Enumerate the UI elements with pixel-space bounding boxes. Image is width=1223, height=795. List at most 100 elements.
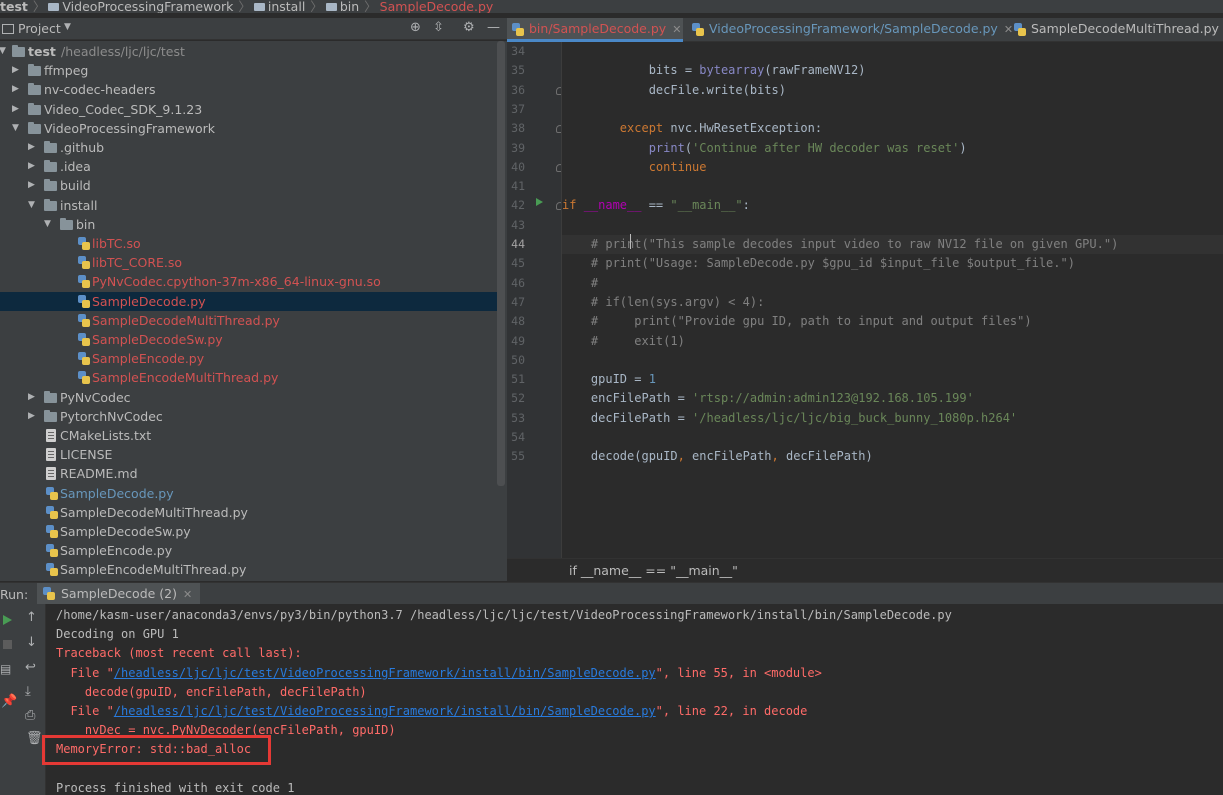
- python-file-icon: [78, 314, 90, 327]
- tree-item[interactable]: ▼ VideoProcessingFramework: [0, 119, 497, 138]
- scroll-up-icon[interactable]: ↑: [26, 610, 37, 625]
- tree-item[interactable]: SampleDecodeSw.py: [0, 522, 497, 541]
- chevron-down-icon[interactable]: ▼: [44, 215, 51, 234]
- hide-panel-icon[interactable]: —: [487, 20, 500, 35]
- print-icon[interactable]: ⎙: [25, 708, 35, 723]
- tree-item[interactable]: SampleEncode.py: [0, 349, 497, 368]
- tree-item[interactable]: README.md: [0, 464, 497, 483]
- tree-item[interactable]: ▶ build: [0, 176, 497, 195]
- chevron-right-icon[interactable]: ▶: [28, 138, 35, 157]
- code-token: #: [562, 276, 599, 290]
- run-icon[interactable]: [3, 615, 12, 625]
- chevron-right-icon[interactable]: ▶: [28, 407, 35, 426]
- close-icon[interactable]: ✕: [672, 23, 681, 36]
- tab-label: bin/SampleDecode.py: [529, 21, 667, 36]
- tree-item-label: .idea: [60, 159, 91, 174]
- code-token: # print("Provide gpu ID, path to input a…: [562, 314, 1032, 328]
- stop-icon[interactable]: [3, 640, 12, 649]
- code-editor[interactable]: bits = bytearray(rawFrameNV12) decFile.w…: [562, 42, 1223, 558]
- scroll-down-icon[interactable]: ↓: [26, 635, 37, 650]
- breadcrumb-item-bin[interactable]: bin: [340, 0, 359, 13]
- pin-icon[interactable]: 📌: [1, 694, 17, 709]
- tree-item-label: PytorchNvCodec: [60, 409, 163, 424]
- trash-icon[interactable]: 🗑: [26, 731, 43, 746]
- python-file-icon: [78, 295, 90, 308]
- tree-item[interactable]: ▶ ffmpeg: [0, 61, 497, 80]
- tree-item[interactable]: ▶ PytorchNvCodec: [0, 407, 497, 426]
- tree-item[interactable]: libTC.so: [0, 234, 497, 253]
- chevron-down-icon[interactable]: ▼: [28, 196, 35, 215]
- run-tab[interactable]: SampleDecode (2) ✕: [37, 583, 201, 605]
- tree-item[interactable]: ▼ install: [0, 196, 497, 215]
- tree-item[interactable]: ▶ PyNvCodec: [0, 388, 497, 407]
- run-console[interactable]: /home/kasm-user/anaconda3/envs/py3/bin/p…: [46, 604, 1223, 795]
- tree-item[interactable]: SampleDecodeSw.py: [0, 330, 497, 349]
- tree-item[interactable]: LICENSE: [0, 445, 497, 464]
- breadcrumb-item-file[interactable]: SampleDecode.py: [380, 0, 494, 13]
- code-line: bits = bytearray(rawFrameNV12): [562, 61, 1223, 80]
- breadcrumb-item-install[interactable]: install: [268, 0, 305, 13]
- tree-item[interactable]: ▶ nv-codec-headers: [0, 80, 497, 99]
- tree-item[interactable]: SampleEncodeMultiThread.py: [0, 560, 497, 579]
- run-toolbar-primary: ▤ 📌: [0, 604, 18, 795]
- breadcrumb-item-test[interactable]: test: [0, 0, 28, 13]
- tree-item[interactable]: libTC_CORE.so: [0, 253, 497, 272]
- chevron-right-icon[interactable]: ▶: [12, 100, 19, 119]
- soft-wrap-icon[interactable]: ↩: [25, 660, 36, 675]
- chevron-down-icon[interactable]: ▼: [12, 119, 19, 138]
- code-token: decFilePath): [785, 449, 873, 463]
- tree-item[interactable]: ▶ Video_Codec_SDK_9.1.23: [0, 100, 497, 119]
- collapse-all-icon[interactable]: ⇳: [433, 20, 444, 35]
- tree-item[interactable]: SampleDecodeMultiThread.py: [0, 503, 497, 522]
- tab-sampledecodemultithread[interactable]: SampleDecodeMultiThread.py✕: [1009, 18, 1223, 42]
- console-file-link[interactable]: /headless/ljc/ljc/test/VideoProcessingFr…: [114, 704, 656, 718]
- tree-item[interactable]: SampleEncode.py: [0, 541, 497, 560]
- tree-item[interactable]: SampleDecode.py: [0, 292, 497, 311]
- scroll-to-end-icon[interactable]: ⤓: [25, 684, 31, 699]
- chevron-down-icon[interactable]: ▼: [0, 42, 6, 61]
- line-number: 51: [511, 372, 525, 386]
- breadcrumb-item-framework[interactable]: VideoProcessingFramework: [62, 0, 233, 13]
- run-gutter-icon[interactable]: [536, 198, 543, 206]
- editor-breadcrumb[interactable]: if __name__ == "__main__": [569, 563, 738, 578]
- tree-item-label: PyNvCodec: [60, 390, 131, 405]
- breadcrumb-separator: 〉: [310, 0, 323, 13]
- tree-item[interactable]: CMakeLists.txt: [0, 426, 497, 445]
- chevron-right-icon[interactable]: ▶: [28, 388, 35, 407]
- code-line: print('Continue after HW decoder was res…: [562, 139, 1223, 158]
- line-number: 36: [511, 83, 525, 97]
- tab-framework-sampledecode[interactable]: VideoProcessingFramework/SampleDecode.py…: [687, 18, 1013, 42]
- chevron-right-icon[interactable]: ▶: [12, 80, 19, 99]
- locate-icon[interactable]: ⊕: [410, 20, 421, 35]
- chevron-right-icon[interactable]: ▶: [28, 157, 35, 176]
- tree-item[interactable]: SampleDecodeMultiThread.py: [0, 311, 497, 330]
- tree-root[interactable]: ▼ test /headless/ljc/ljc/test: [0, 42, 497, 61]
- project-panel-title[interactable]: Project: [18, 21, 61, 36]
- tree-item[interactable]: PyNvCodec.cpython-37m-x86_64-linux-gnu.s…: [0, 272, 497, 291]
- chevron-right-icon[interactable]: ▶: [28, 176, 35, 195]
- tree-item-label: .github: [60, 140, 105, 155]
- tab-bin-sampledecode[interactable]: bin/SampleDecode.py ✕: [507, 18, 683, 42]
- console-error-line: File "/headless/ljc/ljc/test/VideoProces…: [56, 664, 821, 683]
- folder-icon: [28, 122, 41, 134]
- code-token: ,: [771, 449, 786, 463]
- code-token: print: [562, 141, 685, 155]
- code-line: #: [562, 274, 1223, 293]
- tree-item[interactable]: ▶ .github: [0, 138, 497, 157]
- console-file-link[interactable]: /headless/ljc/ljc/test/VideoProcessingFr…: [114, 666, 656, 680]
- close-icon[interactable]: ✕: [183, 588, 192, 601]
- settings-icon[interactable]: ⚙: [463, 20, 475, 35]
- library-file-icon: [78, 275, 90, 288]
- project-tree-scrollbar[interactable]: [497, 41, 505, 486]
- layout-icon[interactable]: ▤: [0, 662, 11, 676]
- tree-item[interactable]: ▼ bin: [0, 215, 497, 234]
- tree-item[interactable]: ▶ .idea: [0, 157, 497, 176]
- tree-item[interactable]: SampleDecode.py: [0, 484, 497, 503]
- tree-item[interactable]: SampleEncodeMultiThread.py: [0, 368, 497, 387]
- editor-gutter[interactable]: 34 35 36 37 38 39 40 41 42 43 44 45 46 47 48 49 50 51 52 53…: [507, 42, 564, 558]
- chevron-right-icon[interactable]: ▶: [12, 61, 19, 80]
- tree-item-label: SampleEncode.py: [60, 543, 173, 558]
- chevron-down-icon[interactable]: ▼: [64, 22, 71, 32]
